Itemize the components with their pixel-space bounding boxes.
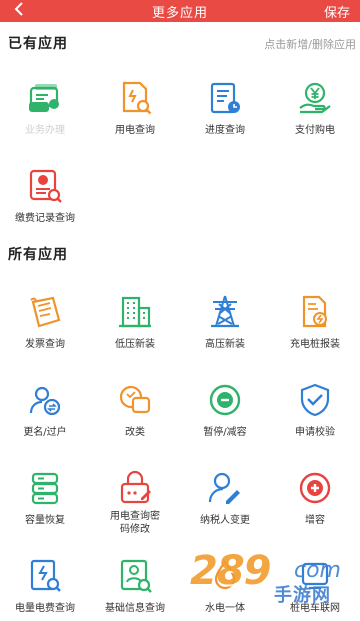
app-progress-query[interactable]: 进度查询: [180, 78, 270, 166]
app-label: 用电查询密 码修改: [90, 510, 180, 536]
app-label: 改类: [125, 427, 145, 438]
shield-check-icon: [295, 380, 335, 420]
charging-document-icon: [295, 292, 335, 332]
app-apply-verify[interactable]: 申请校验: [270, 380, 360, 468]
document-search-icon: [115, 78, 155, 118]
app-label: 充电桩报装: [290, 339, 340, 350]
building-icon: [115, 292, 155, 332]
watermark-text: 手游网: [274, 585, 331, 606]
app-label: 支付购电: [295, 125, 335, 136]
business-card-icon: [25, 78, 65, 118]
app-rename-transfer[interactable]: 更名/过户: [0, 380, 90, 468]
user-transfer-icon: [25, 380, 65, 420]
app-label: 更名/过户: [23, 427, 67, 438]
speech-bubbles-icon: [115, 380, 155, 420]
app-label-line2: 码修改: [120, 524, 150, 535]
app-business[interactable]: 业务办理: [0, 78, 90, 166]
edit-apps-hint[interactable]: 点击新增/删除应用: [264, 36, 356, 52]
app-label: 基础信息查询: [105, 603, 165, 614]
watermark-number: 289: [190, 548, 271, 594]
owned-apps-grid: 业务办理 用电查询 进度查询 支付购电 缴费记录查询: [0, 78, 360, 254]
app-invoice-query[interactable]: 发票查询: [0, 292, 90, 380]
app-bill-query[interactable]: 电量电费查询: [0, 556, 90, 621]
app-label: 容量恢复: [25, 515, 65, 526]
app-label: 高压新装: [205, 339, 245, 350]
app-label: 申请校验: [295, 427, 335, 438]
app-high-voltage[interactable]: 高压新装: [180, 292, 270, 380]
minus-circle-icon: [205, 380, 245, 420]
app-label: 电量电费查询: [15, 603, 75, 614]
app-charging-pile[interactable]: 充电桩报装: [270, 292, 360, 380]
app-capacity-restore[interactable]: 容量恢复: [0, 468, 90, 556]
app-label: 增容: [305, 515, 325, 526]
app-label-line1: 用电查询密: [110, 511, 160, 522]
progress-clock-icon: [205, 78, 245, 118]
watermark-suffix: com: [294, 558, 341, 583]
user-edit-icon: [205, 468, 245, 508]
app-label: 进度查询: [205, 125, 245, 136]
watermark-logo: 289 com 手游网: [190, 548, 360, 618]
app-label: 发票查询: [25, 339, 65, 350]
payment-record-icon: [25, 166, 65, 206]
app-change-type[interactable]: 改类: [90, 380, 180, 468]
profile-card-icon: [115, 556, 155, 596]
app-password-change[interactable]: 用电查询密 码修改: [90, 468, 180, 556]
app-label: 暂停/减容: [203, 427, 247, 438]
page-title: 更多应用: [151, 6, 208, 21]
app-label: 低压新装: [115, 339, 155, 350]
yen-hand-icon: [295, 78, 335, 118]
app-suspend-reduce[interactable]: 暂停/减容: [180, 380, 270, 468]
app-label: 用电查询: [115, 125, 155, 136]
app-taxpayer-change[interactable]: 纳税人变更: [180, 468, 270, 556]
owned-apps-title: 已有应用: [8, 36, 68, 52]
top-bar: 更多应用 保存: [0, 0, 360, 22]
app-low-voltage[interactable]: 低压新装: [90, 292, 180, 380]
app-capacity-increase[interactable]: 增容: [270, 468, 360, 556]
app-payment-records[interactable]: 缴费记录查询: [0, 166, 90, 254]
all-apps-title: 所有应用: [8, 247, 68, 263]
server-restore-icon: [25, 468, 65, 508]
app-power-query[interactable]: 用电查询: [90, 78, 180, 166]
app-basic-info[interactable]: 基础信息查询: [90, 556, 180, 621]
save-button[interactable]: 保存: [324, 2, 350, 21]
electricity-bill-icon: [25, 556, 65, 596]
invoice-scroll-icon: [25, 292, 65, 332]
plus-circle-icon: [295, 468, 335, 508]
app-pay-power[interactable]: 支付购电: [270, 78, 360, 166]
power-tower-icon: [205, 292, 245, 332]
lock-edit-icon: [115, 468, 155, 508]
app-label: 缴费记录查询: [15, 213, 75, 224]
app-label: 业务办理: [25, 125, 65, 136]
app-label: 纳税人变更: [200, 515, 250, 526]
